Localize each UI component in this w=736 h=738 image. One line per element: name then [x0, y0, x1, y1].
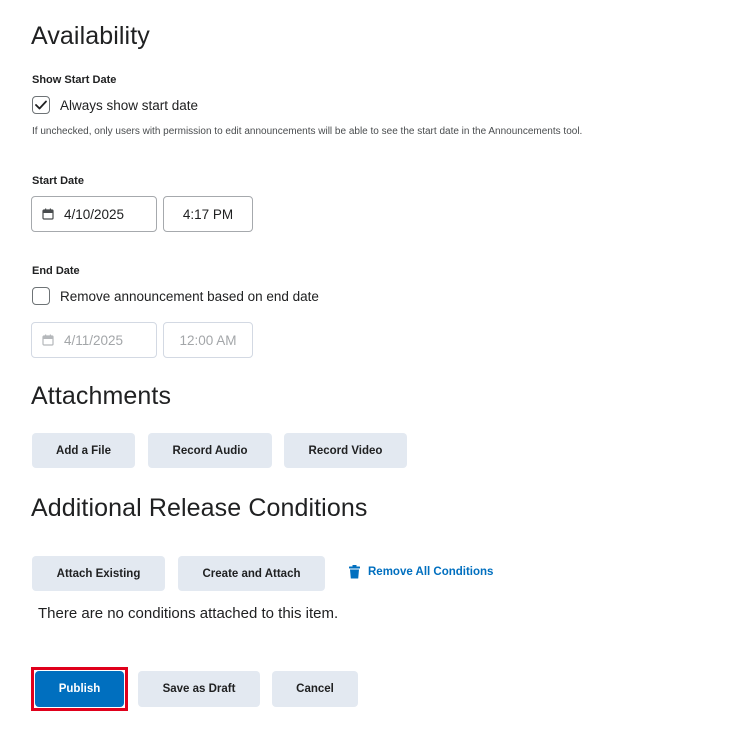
- checkmark-icon: [35, 100, 47, 110]
- always-show-start-date-label: Always show start date: [60, 97, 199, 113]
- remove-all-conditions-button[interactable]: Remove All Conditions: [349, 565, 493, 579]
- publish-button[interactable]: Publish: [35, 671, 124, 707]
- start-date-label: Start Date: [32, 175, 84, 187]
- always-show-start-date-checkbox[interactable]: [32, 96, 50, 114]
- save-as-draft-button[interactable]: Save as Draft: [138, 671, 260, 707]
- calendar-icon: [42, 334, 54, 346]
- start-date-value: 4/10/2025: [64, 206, 125, 222]
- no-conditions-message: There are no conditions attached to this…: [38, 605, 339, 622]
- trash-icon: [349, 565, 360, 579]
- start-date-input[interactable]: 4/10/2025: [31, 196, 157, 232]
- start-date-help-text: If unchecked, only users with permission…: [32, 126, 583, 137]
- remove-announcement-option[interactable]: Remove announcement based on end date: [32, 287, 319, 305]
- record-video-button[interactable]: Record Video: [284, 433, 407, 468]
- end-time-value: 12:00 AM: [179, 332, 237, 348]
- start-time-value: 4:17 PM: [182, 206, 234, 222]
- remove-announcement-label: Remove announcement based on end date: [60, 288, 319, 304]
- remove-announcement-checkbox[interactable]: [32, 287, 50, 305]
- end-date-value: 4/11/2025: [64, 332, 124, 348]
- cancel-button[interactable]: Cancel: [272, 671, 358, 707]
- end-date-input: 4/11/2025: [31, 322, 157, 358]
- end-time-input: 12:00 AM: [163, 322, 253, 358]
- show-start-date-label: Show Start Date: [32, 74, 117, 86]
- remove-all-conditions-label: Remove All Conditions: [368, 566, 494, 578]
- calendar-icon: [42, 208, 54, 220]
- end-date-label: End Date: [32, 265, 80, 277]
- add-file-button[interactable]: Add a File: [32, 433, 135, 468]
- always-show-start-date-option[interactable]: Always show start date: [32, 96, 198, 114]
- attach-existing-button[interactable]: Attach Existing: [32, 556, 165, 591]
- attachments-heading: Attachments: [31, 382, 172, 410]
- create-and-attach-button[interactable]: Create and Attach: [178, 556, 325, 591]
- start-time-input[interactable]: 4:17 PM: [163, 196, 253, 232]
- release-conditions-heading: Additional Release Conditions: [31, 494, 368, 522]
- availability-heading: Availability: [31, 22, 150, 50]
- record-audio-button[interactable]: Record Audio: [148, 433, 272, 468]
